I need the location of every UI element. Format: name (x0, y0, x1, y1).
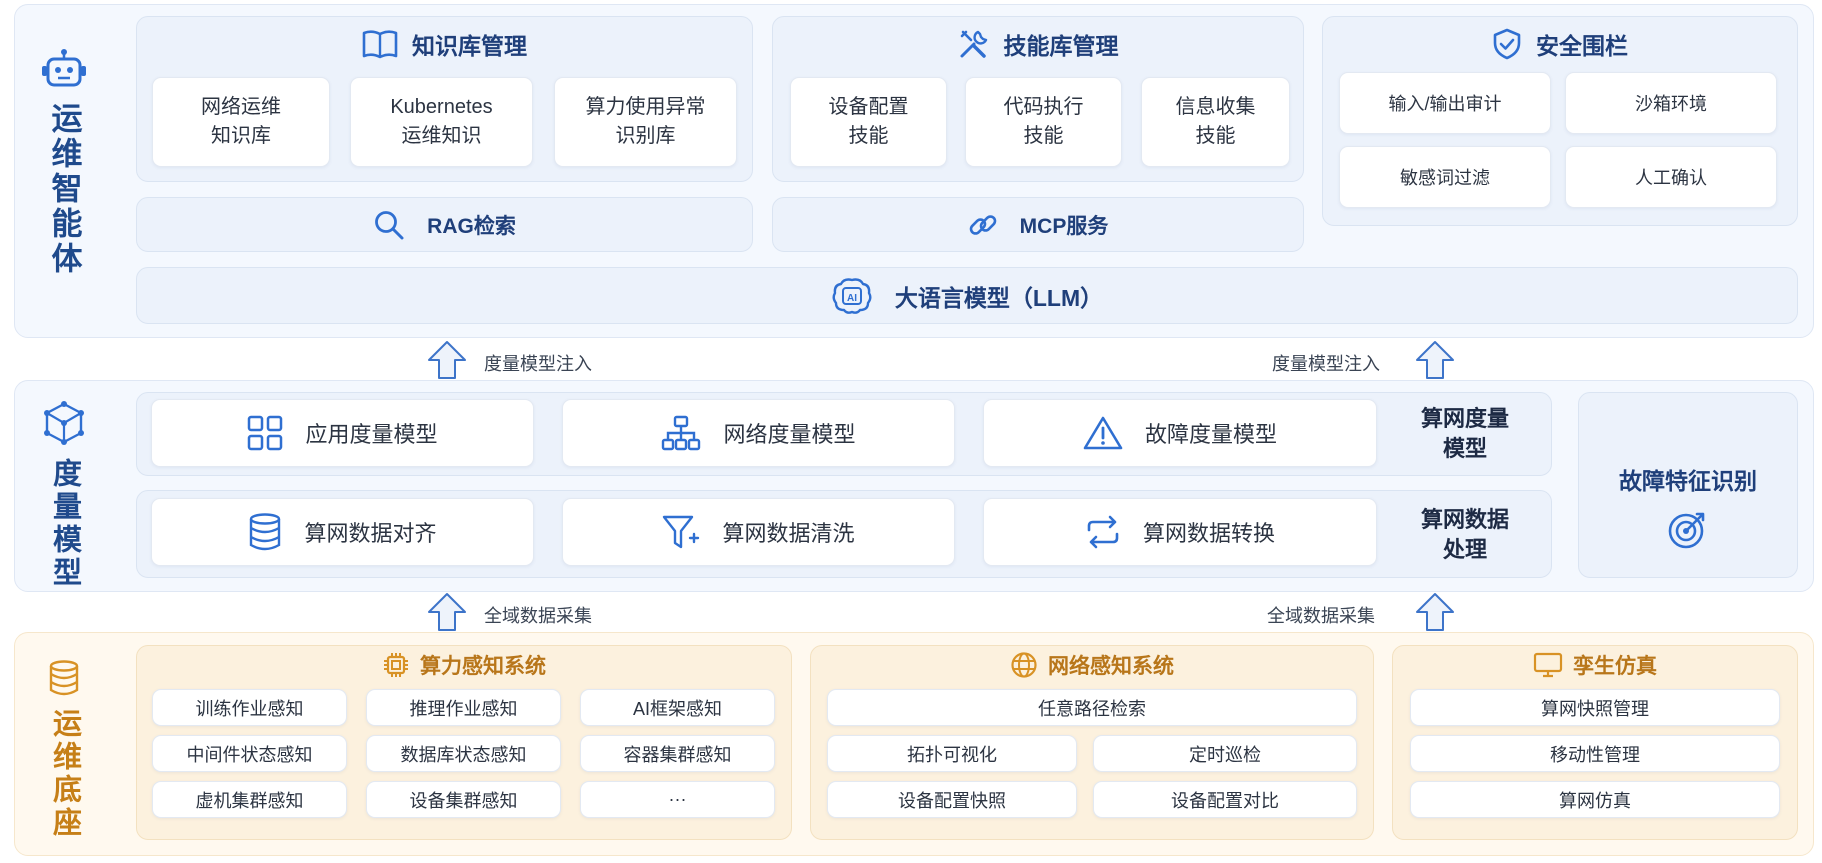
knowledge-title: 知识库管理 (136, 26, 753, 62)
security-item-manual-confirm[interactable]: 人工确认 (1565, 146, 1777, 208)
svg-text:AI: AI (847, 293, 857, 304)
skills-title-text: 技能库管理 (1003, 33, 1119, 59)
agent-layer-title: 运维智能体 (46, 102, 82, 277)
link-icon (968, 210, 998, 240)
skills-title: 技能库管理 (772, 26, 1304, 62)
metric-row1-label: 算网度量 模型 (1420, 406, 1509, 461)
network-item-topology[interactable]: 拓扑可视化 (827, 735, 1077, 772)
knowledge-title-text: 知识库管理 (412, 33, 527, 59)
data-clean[interactable]: 算网数据清洗 (562, 498, 955, 566)
rag-bar-content: RAG检索 (136, 197, 753, 252)
llm-label: 大语言模型（LLM） (894, 284, 1104, 311)
skill-item-info-collect[interactable]: 信息收集 技能 (1141, 77, 1290, 167)
arrow-bottom-left-label: 全域数据采集 (484, 606, 592, 626)
compute-title: 算力感知系统 (136, 650, 792, 680)
twin-title-text: 孪生仿真 (1573, 655, 1657, 678)
compute-item[interactable]: 容器集群感知 (580, 735, 775, 772)
arrow-top-left-label: 度量模型注入 (484, 354, 592, 374)
network-metric-model[interactable]: 网络度量模型 (562, 399, 955, 467)
base-layer-side: 运维底座 (36, 660, 92, 840)
arrow-bottom-right-label: 全域数据采集 (1267, 606, 1375, 626)
security-item-sandbox[interactable]: 沙箱环境 (1565, 72, 1777, 134)
fault-feature-content: 故障特征识别 (1578, 462, 1798, 550)
shield-check-icon (1492, 28, 1522, 60)
security-item-io-audit[interactable]: 输入/输出审计 (1339, 72, 1551, 134)
twin-item-snapshot[interactable]: 算网快照管理 (1410, 689, 1780, 726)
skill-item-code-exec[interactable]: 代码执行 技能 (965, 77, 1122, 167)
compute-item-more[interactable]: ··· (580, 781, 775, 818)
compute-item[interactable]: 数据库状态感知 (366, 735, 561, 772)
target-icon (1667, 508, 1709, 550)
compute-item[interactable]: 设备集群感知 (366, 781, 561, 818)
globe-icon (1010, 651, 1038, 679)
app-metric-model[interactable]: 应用度量模型 (151, 399, 534, 467)
arrow-up-icon (1416, 341, 1454, 379)
convert-icon (1085, 514, 1121, 550)
fault-feature-label: 故障特征识别 (1619, 468, 1757, 494)
fault-metric-model[interactable]: 故障度量模型 (983, 399, 1377, 467)
warning-icon (1083, 415, 1123, 451)
security-item-sensitive-filter[interactable]: 敏感词过滤 (1339, 146, 1551, 208)
grid-icon (247, 415, 283, 451)
agent-layer-side: 运维智能体 (36, 48, 92, 277)
hierarchy-icon (661, 415, 701, 451)
knowledge-item-compute[interactable]: 算力使用异常 识别库 (554, 77, 737, 167)
twin-item-simulation[interactable]: 算网仿真 (1410, 781, 1780, 818)
network-item-inspection[interactable]: 定时巡检 (1093, 735, 1357, 772)
arrow-up-icon (428, 341, 466, 379)
cube-network-icon (41, 400, 87, 446)
database-stack-icon (48, 660, 80, 696)
metric-layer-side: 度量模型 (36, 400, 92, 590)
compute-title-text: 算力感知系统 (420, 655, 546, 678)
database-icon (248, 513, 282, 551)
twin-title: 孪生仿真 (1392, 650, 1798, 680)
search-icon (373, 209, 405, 241)
arrow-top-right-label: 度量模型注入 (1272, 354, 1380, 374)
twin-item-mobility[interactable]: 移动性管理 (1410, 735, 1780, 772)
compute-item[interactable]: 虚机集群感知 (152, 781, 347, 818)
robot-icon (40, 48, 88, 92)
tools-icon (958, 28, 990, 60)
metric-row2-label: 算网数据 处理 (1420, 507, 1509, 562)
mcp-label: MCP服务 (1019, 214, 1109, 238)
skill-item-device-config[interactable]: 设备配置 技能 (790, 77, 947, 167)
network-item-config-compare[interactable]: 设备配置对比 (1093, 781, 1357, 818)
knowledge-item-network[interactable]: 网络运维 知识库 (152, 77, 330, 167)
compute-item[interactable]: 训练作业感知 (152, 689, 347, 726)
compute-item[interactable]: 中间件状态感知 (152, 735, 347, 772)
filter-icon (662, 514, 700, 550)
arrow-up-icon (1416, 593, 1454, 631)
book-icon (362, 29, 398, 59)
ai-brain-icon: AI (831, 276, 873, 316)
mcp-bar-content: MCP服务 (772, 197, 1304, 252)
security-title-text: 安全围栏 (1536, 33, 1628, 59)
network-title: 网络感知系统 (810, 650, 1374, 680)
arrow-up-icon (428, 593, 466, 631)
network-title-text: 网络感知系统 (1048, 655, 1174, 678)
base-layer-title: 运维底座 (48, 708, 81, 840)
llm-bar-content: AI 大语言模型（LLM） (136, 267, 1798, 324)
compute-item[interactable]: 推理作业感知 (366, 689, 561, 726)
data-align[interactable]: 算网数据对齐 (151, 498, 534, 566)
network-item-path-search[interactable]: 任意路径检索 (827, 689, 1357, 726)
compute-item[interactable]: AI框架感知 (580, 689, 775, 726)
rag-label: RAG检索 (427, 214, 516, 238)
knowledge-item-kubernetes[interactable]: Kubernetes 运维知识 (350, 77, 533, 167)
network-item-config-snapshot[interactable]: 设备配置快照 (827, 781, 1077, 818)
chip-icon (382, 651, 410, 679)
metric-layer-title: 度量模型 (48, 458, 81, 590)
monitor-icon (1533, 651, 1563, 679)
security-title: 安全围栏 (1322, 26, 1798, 62)
data-convert[interactable]: 算网数据转换 (983, 498, 1377, 566)
